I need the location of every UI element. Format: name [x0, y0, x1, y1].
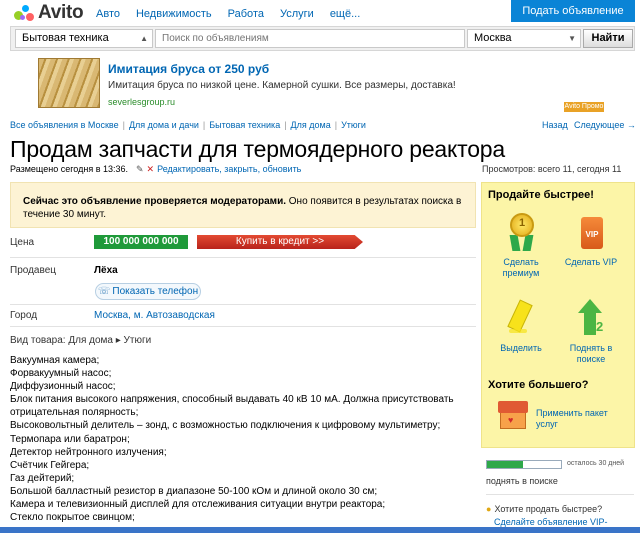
nav-services[interactable]: Услуги — [280, 8, 314, 20]
medal-icon: 1 — [504, 213, 538, 253]
show-phone-label: Показать телефон — [112, 286, 199, 297]
description-line: Стекло покрытое свинцом; — [10, 512, 135, 524]
search-bar: Бытовая техника ▲ Москва ▼ Найти — [10, 26, 635, 51]
raise-label: Поднять в поиске — [569, 343, 613, 364]
banner-title[interactable]: Имитация бруса от 250 руб — [108, 62, 269, 76]
avito-logo[interactable]: Avito — [12, 2, 84, 24]
days-left-bar — [486, 460, 562, 469]
sell-faster-heading: Продайте быстрее! — [488, 189, 594, 201]
make-vip-button[interactable]: VIP Сделать VIP — [558, 213, 624, 268]
raised-in-search-text: поднять в поиске — [486, 476, 558, 486]
moderation-notice: Сейчас это объявление проверяется модера… — [10, 182, 476, 228]
days-left-text: осталось 30 дней — [567, 460, 625, 467]
banner-description: Имитация бруса по низкой цене. Камерной … — [108, 80, 456, 91]
edit-link-label: Редактировать, закрыть, обновить — [157, 164, 302, 174]
banner-url[interactable]: severlesgroup.ru — [108, 97, 175, 107]
breadcrumb-item[interactable]: Все объявления в Москве — [10, 120, 119, 130]
up-arrow-x2-icon: 2 — [574, 299, 608, 339]
category-value: Бытовая техника — [22, 32, 109, 44]
description-line: Большой балластный резистор в диапазоне … — [10, 485, 378, 497]
top-bar: Avito Авто Недвижимость Работа Услуги ещ… — [0, 0, 640, 26]
breadcrumb-item[interactable]: Бытовая техника — [209, 120, 280, 130]
vip-tag-icon: VIP — [574, 213, 608, 253]
seller-label: Продавец — [10, 265, 56, 276]
nav-more[interactable]: ещё... — [330, 8, 360, 20]
description-line: Детектор нейтронного излучения; — [10, 446, 167, 458]
nav-auto[interactable]: Авто — [96, 8, 120, 20]
city-value[interactable]: Москва, м. Автозаводская — [94, 310, 215, 321]
category-select[interactable]: Бытовая техника ▲ — [15, 29, 153, 48]
description-line: Форвакуумный насос; — [10, 368, 112, 380]
divider — [10, 257, 476, 258]
next-link[interactable]: Следующее → — [574, 120, 636, 130]
make-vip-label: Сделать VIP — [564, 257, 618, 267]
divider — [486, 494, 634, 495]
divider — [10, 326, 476, 327]
logo-text: Avito — [38, 2, 84, 23]
description-line: Термопара или баратрон; — [10, 433, 130, 445]
logo-dots-icon — [12, 3, 36, 23]
nav-realty[interactable]: Недвижимость — [136, 8, 212, 20]
description-line: отрицательная полярность; — [10, 407, 139, 419]
price-label: Цена — [10, 237, 35, 248]
days-left-fill — [487, 461, 523, 468]
breadcrumb-item[interactable]: Утюги — [341, 120, 366, 130]
post-ad-button[interactable]: Подать объявление — [511, 0, 635, 22]
lumber-image — [38, 58, 100, 108]
taskbar-strip — [0, 527, 640, 533]
nav-jobs[interactable]: Работа — [228, 8, 264, 20]
promo-sidebar: Продайте быстрее! 1 Сделать премиум VIP … — [481, 182, 635, 448]
breadcrumb: Все объявления в Москве | Для дома и дачи |… — [10, 120, 366, 130]
marker-icon — [504, 299, 538, 339]
description-line: Вакуумная камера; — [10, 355, 100, 366]
seller-name: Лёха — [94, 265, 118, 276]
raise-in-search-button[interactable]: 2 Поднять в поиске — [558, 299, 624, 365]
description-line: Газ дейтерий; — [10, 472, 75, 484]
find-button[interactable]: Найти — [583, 29, 633, 48]
phone-icon: ☏ — [97, 286, 111, 297]
pencil-icon: ✎ — [136, 164, 144, 174]
breadcrumb-item[interactable]: Для дома — [291, 120, 331, 130]
lightbulb-icon: ● — [486, 504, 492, 514]
description-line: Диффузионный насос; — [10, 381, 116, 393]
item-type: Вид товара: Для дома ▸ Утюги — [10, 335, 152, 346]
chevron-down-icon: ▼ — [568, 34, 576, 43]
price-badge: 100 000 000 000 руб. — [94, 235, 188, 261]
want-more-heading: Хотите большего? — [488, 379, 589, 391]
promo-tag: Avito Промо — [564, 102, 604, 112]
show-phone-button[interactable]: ☏ Показать телефон — [95, 283, 201, 300]
city-label: Город — [10, 310, 38, 321]
close-icon: ✕ — [146, 164, 155, 174]
description-line: Блок питания высокого напряжения, способ… — [10, 394, 454, 406]
description-line: Камера и телевизионный дисплей для отсле… — [10, 499, 386, 511]
apply-package-link[interactable]: Применить пакет услуг — [536, 408, 608, 430]
notice-bold: Сейчас это объявление проверяется модера… — [23, 196, 286, 207]
make-premium-label: Сделать премиум — [502, 257, 540, 278]
sell-faster-question: ● Хотите продать быстрее? — [486, 504, 602, 514]
city-select[interactable]: Москва ▼ — [467, 29, 581, 48]
page-title: Продам запчасти для термоядерного реакто… — [10, 136, 505, 162]
city-select-value: Москва — [474, 32, 512, 44]
chevron-down-icon: ▲ — [140, 34, 148, 43]
description-line: Высоковольтный делитель – зонд, с возмож… — [10, 420, 441, 432]
buy-on-credit-button[interactable]: Купить в кредит >> — [197, 235, 363, 249]
top-nav: Авто Недвижимость Работа Услуги ещё... — [96, 8, 376, 20]
description: Вакуумная камера; Форвакуумный насос; Ди… — [10, 354, 470, 524]
edit-link[interactable]: ✎ ✕ Редактировать, закрыть, обновить — [136, 164, 301, 175]
make-premium-button[interactable]: 1 Сделать премиум — [488, 213, 554, 279]
sell-faster-question-text: Хотите продать быстрее? — [494, 504, 603, 514]
make-vip-link[interactable]: Сделайте объявление VIP- — [494, 517, 607, 527]
breadcrumb-item[interactable]: Для дома и дачи — [129, 120, 199, 130]
highlight-button[interactable]: Выделить — [488, 299, 554, 354]
highlight-label: Выделить — [500, 343, 542, 353]
divider — [10, 304, 476, 305]
package-icon[interactable]: ♥ — [498, 401, 528, 429]
description-line: Счётчик Гейгера; — [10, 459, 90, 471]
ad-banner[interactable]: Имитация бруса от 250 руб Имитация бруса… — [36, 56, 604, 112]
posted-time: Размещено сегодня в 13:36. — [10, 164, 129, 174]
view-count: Просмотров: всего 11, сегодня 11 — [482, 164, 622, 174]
search-input[interactable] — [155, 29, 465, 48]
back-link[interactable]: Назад — [542, 120, 568, 130]
